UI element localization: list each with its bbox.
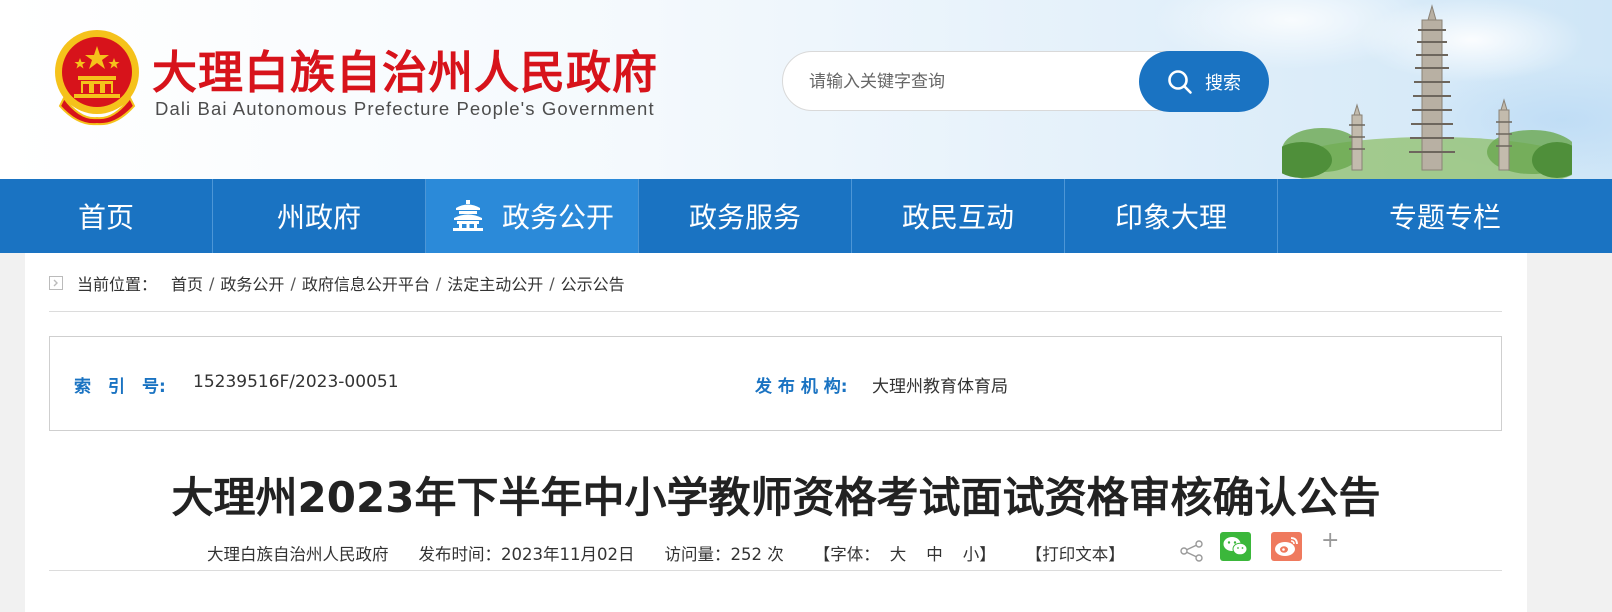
breadcrumb-separator: / bbox=[209, 273, 215, 293]
nav-item-label: 政民互动 bbox=[901, 201, 1014, 234]
nav-item-impression-dali[interactable]: 印象大理 bbox=[1065, 179, 1278, 253]
site-header: 大理白族自治州人民政府 Dali Bai Autonomous Prefectu… bbox=[0, 0, 1612, 179]
nav-item-government-affairs-disclosure[interactable]: 政务公开 bbox=[426, 179, 639, 253]
search-button[interactable]: 搜索 bbox=[1139, 51, 1269, 112]
nav-item-label: 首页 bbox=[77, 201, 134, 234]
search-button-label: 搜索 bbox=[1205, 72, 1241, 94]
view-count: 访问量：252 次 bbox=[664, 545, 784, 564]
main-nav: 首页 州政府 政务公开 政务服务 政民互动 印象大理 专题专栏 bbox=[0, 179, 1612, 253]
divider bbox=[49, 570, 1502, 571]
share-icon[interactable] bbox=[1180, 540, 1204, 562]
font-size-label: 【字体： bbox=[813, 545, 880, 564]
print-button[interactable]: 【打印文本】 bbox=[1026, 541, 1125, 565]
breadcrumb-link-disclosure-platform[interactable]: 政府信息公开平台 bbox=[302, 271, 430, 295]
weibo-icon[interactable] bbox=[1271, 532, 1302, 561]
document-info-box: 索 引 号: 15239516F/2023-00051 发 布 机 构: 大理州… bbox=[49, 336, 1502, 431]
article-title: 大理州2023年下半年中小学教师资格考试面试资格审核确认公告 bbox=[171, 473, 1381, 522]
breadcrumb-label: 当前位置： bbox=[77, 275, 158, 294]
search-icon bbox=[1168, 69, 1192, 94]
index-number-value: 15239516F/2023-00051 bbox=[193, 372, 399, 392]
breadcrumb-separator: / bbox=[290, 273, 296, 293]
article-source: 大理白族自治州人民政府 bbox=[207, 545, 389, 564]
breadcrumb-link-announcements[interactable]: 公示公告 bbox=[561, 271, 625, 295]
nav-item-government-services[interactable]: 政务服务 bbox=[639, 179, 852, 253]
publisher-value: 大理州教育体育局 bbox=[872, 377, 1008, 397]
publisher-label: 发 布 机 构: bbox=[755, 377, 848, 397]
site-title: 大理白族自治州人民政府 bbox=[152, 46, 659, 99]
divider bbox=[49, 311, 1502, 312]
building-icon bbox=[452, 200, 483, 231]
article-meta: 大理白族自治州人民政府 发布时间：2023年11月02日 访问量：252 次 【… bbox=[207, 541, 1155, 565]
nav-item-label: 政务服务 bbox=[688, 201, 801, 234]
site-subtitle: Dali Bai Autonomous Prefecture People's … bbox=[155, 98, 655, 119]
nav-item-prefecture-government[interactable]: 州政府 bbox=[213, 179, 426, 253]
breadcrumb: 当前位置： 首页 / 政务公开 / 政府信息公开平台 / 法定主动公开 / 公示… bbox=[49, 271, 625, 295]
font-size-medium[interactable]: 中 bbox=[926, 541, 943, 565]
nav-item-label: 政务公开 bbox=[501, 201, 614, 234]
breadcrumb-separator: / bbox=[435, 273, 442, 293]
nav-item-home[interactable]: 首页 bbox=[0, 179, 213, 253]
breadcrumb-link-home[interactable]: 首页 bbox=[171, 271, 203, 295]
three-pagodas-illustration bbox=[1282, 4, 1572, 179]
breadcrumb-link-government-affairs[interactable]: 政务公开 bbox=[220, 271, 284, 295]
location-icon bbox=[49, 276, 63, 290]
nav-item-label: 州政府 bbox=[276, 201, 361, 234]
nav-item-label: 专题专栏 bbox=[1388, 201, 1501, 234]
search-input[interactable] bbox=[807, 68, 1111, 96]
breadcrumb-separator: / bbox=[549, 273, 555, 293]
nav-item-special-topics[interactable]: 专题专栏 bbox=[1278, 179, 1612, 253]
publish-time: 发布时间：2023年11月02日 bbox=[418, 545, 635, 564]
font-size-small[interactable]: 小】 bbox=[963, 541, 996, 565]
nav-item-public-interaction[interactable]: 政民互动 bbox=[852, 179, 1065, 253]
breadcrumb-link-statutory-disclosure[interactable]: 法定主动公开 bbox=[447, 271, 543, 295]
more-share-icon[interactable]: + bbox=[1321, 528, 1339, 553]
wechat-icon[interactable] bbox=[1220, 532, 1251, 561]
article-container: 当前位置： 首页 / 政务公开 / 政府信息公开平台 / 法定主动公开 / 公示… bbox=[25, 253, 1527, 612]
font-size-large[interactable]: 大 bbox=[890, 541, 907, 565]
index-number-label: 索 引 号: bbox=[74, 377, 166, 397]
national-emblem-icon bbox=[55, 30, 139, 126]
nav-item-label: 印象大理 bbox=[1114, 201, 1227, 234]
